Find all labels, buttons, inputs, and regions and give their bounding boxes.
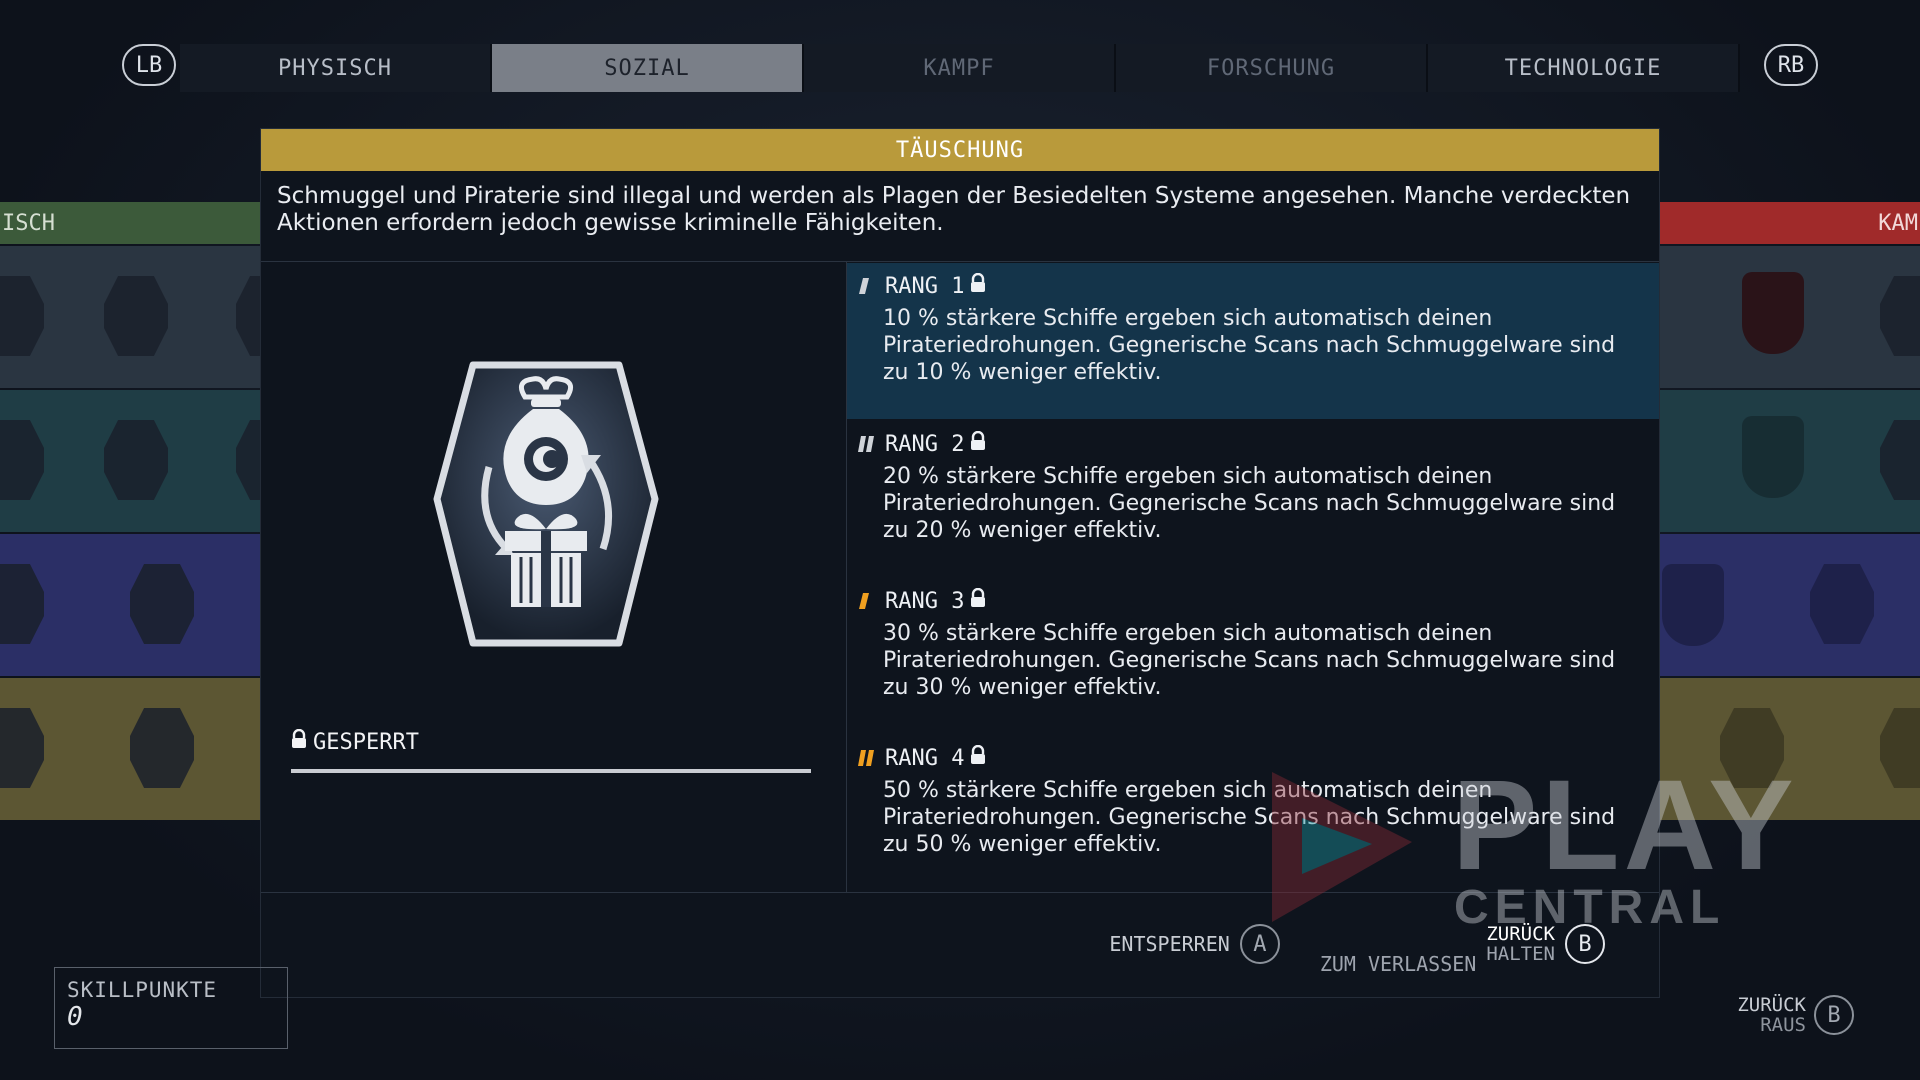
skill-slot-icon[interactable] bbox=[1662, 564, 1724, 646]
divider bbox=[261, 261, 1659, 262]
skill-slot-icon[interactable] bbox=[0, 420, 44, 500]
right-skill-row-3 bbox=[1660, 534, 1920, 676]
b-button-icon[interactable]: B bbox=[1565, 924, 1605, 964]
skill-slot-icon[interactable] bbox=[104, 276, 168, 356]
lock-icon bbox=[970, 272, 986, 299]
skill-slot-icon[interactable] bbox=[1720, 708, 1784, 788]
rank-4-description: 50 % stärkere Schiffe ergeben sich autom… bbox=[883, 778, 1616, 857]
left-skill-row-2 bbox=[0, 390, 300, 532]
left-skill-row-3 bbox=[0, 534, 262, 676]
unlock-label: ENTSPERREN bbox=[1109, 932, 1230, 956]
hold-to-exit-label: ZUM VERLASSEN bbox=[1319, 952, 1477, 976]
skill-slot-icon[interactable] bbox=[1880, 708, 1920, 788]
skill-slot-icon[interactable] bbox=[1742, 416, 1804, 498]
modal-footer-actions: ENTSPERREN A ZUM VERLASSEN ZURÜCK HALTEN… bbox=[1109, 923, 1605, 976]
rank-3-tick-icon bbox=[857, 590, 879, 612]
lock-icon bbox=[970, 744, 986, 771]
rank-1-tick-icon bbox=[857, 275, 879, 297]
skill-slot-icon[interactable] bbox=[1880, 276, 1920, 356]
rank-2-row[interactable]: RANG 2 20 % stärkere Schiffe ergeben sic… bbox=[847, 421, 1659, 577]
skill-points-value: 0 bbox=[67, 1002, 83, 1032]
category-tab-bar: LB PHYSISCH SOZIAL KAMPF FORSCHUNG TECHN… bbox=[122, 44, 1822, 92]
tab-sozial[interactable]: SOZIAL bbox=[492, 44, 804, 92]
exit-action: ZURÜCK RAUS B bbox=[1737, 995, 1854, 1035]
rank-1-label: RANG 1 bbox=[885, 273, 965, 299]
rb-bumper-button[interactable]: RB bbox=[1764, 44, 1818, 86]
skill-title: TÄUSCHUNG bbox=[261, 129, 1659, 171]
rank-progress-bar bbox=[291, 769, 811, 773]
rank-3-description: 30 % stärkere Schiffe ergeben sich autom… bbox=[883, 621, 1616, 700]
lock-status: GESPERRT bbox=[291, 728, 419, 755]
smuggled-bag-and-gift-icon bbox=[433, 359, 659, 649]
skill-points-box: SKILLPUNKTE 0 bbox=[54, 967, 288, 1049]
rank-4-label: RANG 4 bbox=[885, 745, 965, 771]
lock-icon bbox=[970, 430, 986, 457]
rank-1-description: 10 % stärkere Schiffe ergeben sich autom… bbox=[883, 306, 1616, 385]
lock-icon bbox=[970, 587, 986, 614]
rank-2-label: RANG 2 bbox=[885, 431, 965, 457]
tab-technologie[interactable]: TECHNOLOGIE bbox=[1428, 44, 1740, 92]
skill-description: Schmuggel und Piraterie sind illegal und… bbox=[277, 183, 1631, 236]
back-hold-label: ZURÜCK HALTEN bbox=[1486, 923, 1555, 965]
tab-kampf[interactable]: KAMPF bbox=[804, 44, 1116, 92]
rank-4-row[interactable]: RANG 4 50 % stärkere Schiffe ergeben sic… bbox=[847, 735, 1659, 891]
exit-label: ZURÜCK RAUS bbox=[1737, 994, 1806, 1036]
skill-slot-icon[interactable] bbox=[1880, 420, 1920, 500]
right-skill-row-2 bbox=[1660, 390, 1920, 532]
b-button-icon[interactable]: B bbox=[1814, 995, 1854, 1035]
rank-3-label: RANG 3 bbox=[885, 588, 965, 614]
skill-slot-icon[interactable] bbox=[130, 708, 194, 788]
skill-slot-icon[interactable] bbox=[1810, 564, 1874, 644]
left-skill-row-1 bbox=[0, 246, 300, 388]
right-skill-row-4 bbox=[1660, 678, 1920, 820]
right-category-header: KAM bbox=[1660, 202, 1920, 244]
left-category-header: ISCH bbox=[0, 202, 264, 244]
lock-status-label: GESPERRT bbox=[313, 729, 419, 755]
lb-bumper-button[interactable]: LB bbox=[122, 44, 176, 86]
rank-3-row[interactable]: RANG 3 30 % stärkere Schiffe ergeben sic… bbox=[847, 578, 1659, 734]
rank-4-tick-icon bbox=[857, 747, 879, 769]
lock-icon bbox=[291, 728, 307, 755]
skill-detail-modal: TÄUSCHUNG Schmuggel und Piraterie sind i… bbox=[260, 128, 1660, 998]
knife-skill-icon[interactable] bbox=[1742, 272, 1804, 354]
skill-slot-icon[interactable] bbox=[130, 564, 194, 644]
rank-2-tick-icon bbox=[857, 433, 879, 455]
skill-slot-icon[interactable] bbox=[0, 708, 44, 788]
rank-1-row[interactable]: RANG 1 10 % stärkere Schiffe ergeben sic… bbox=[847, 263, 1659, 419]
skill-slot-icon[interactable] bbox=[0, 276, 44, 356]
left-skill-row-4 bbox=[0, 678, 262, 820]
skill-slot-icon[interactable] bbox=[104, 420, 168, 500]
divider bbox=[261, 892, 1659, 893]
tab-forschung[interactable]: FORSCHUNG bbox=[1116, 44, 1428, 92]
tabs: PHYSISCH SOZIAL KAMPF FORSCHUNG TECHNOLO… bbox=[180, 44, 1740, 92]
rank-2-description: 20 % stärkere Schiffe ergeben sich autom… bbox=[883, 464, 1616, 543]
a-button-icon[interactable]: A bbox=[1239, 924, 1280, 964]
right-skill-row-1 bbox=[1660, 246, 1920, 388]
tab-physisch[interactable]: PHYSISCH bbox=[180, 44, 492, 92]
skill-points-label: SKILLPUNKTE bbox=[67, 978, 218, 1002]
skill-slot-icon[interactable] bbox=[0, 564, 44, 644]
